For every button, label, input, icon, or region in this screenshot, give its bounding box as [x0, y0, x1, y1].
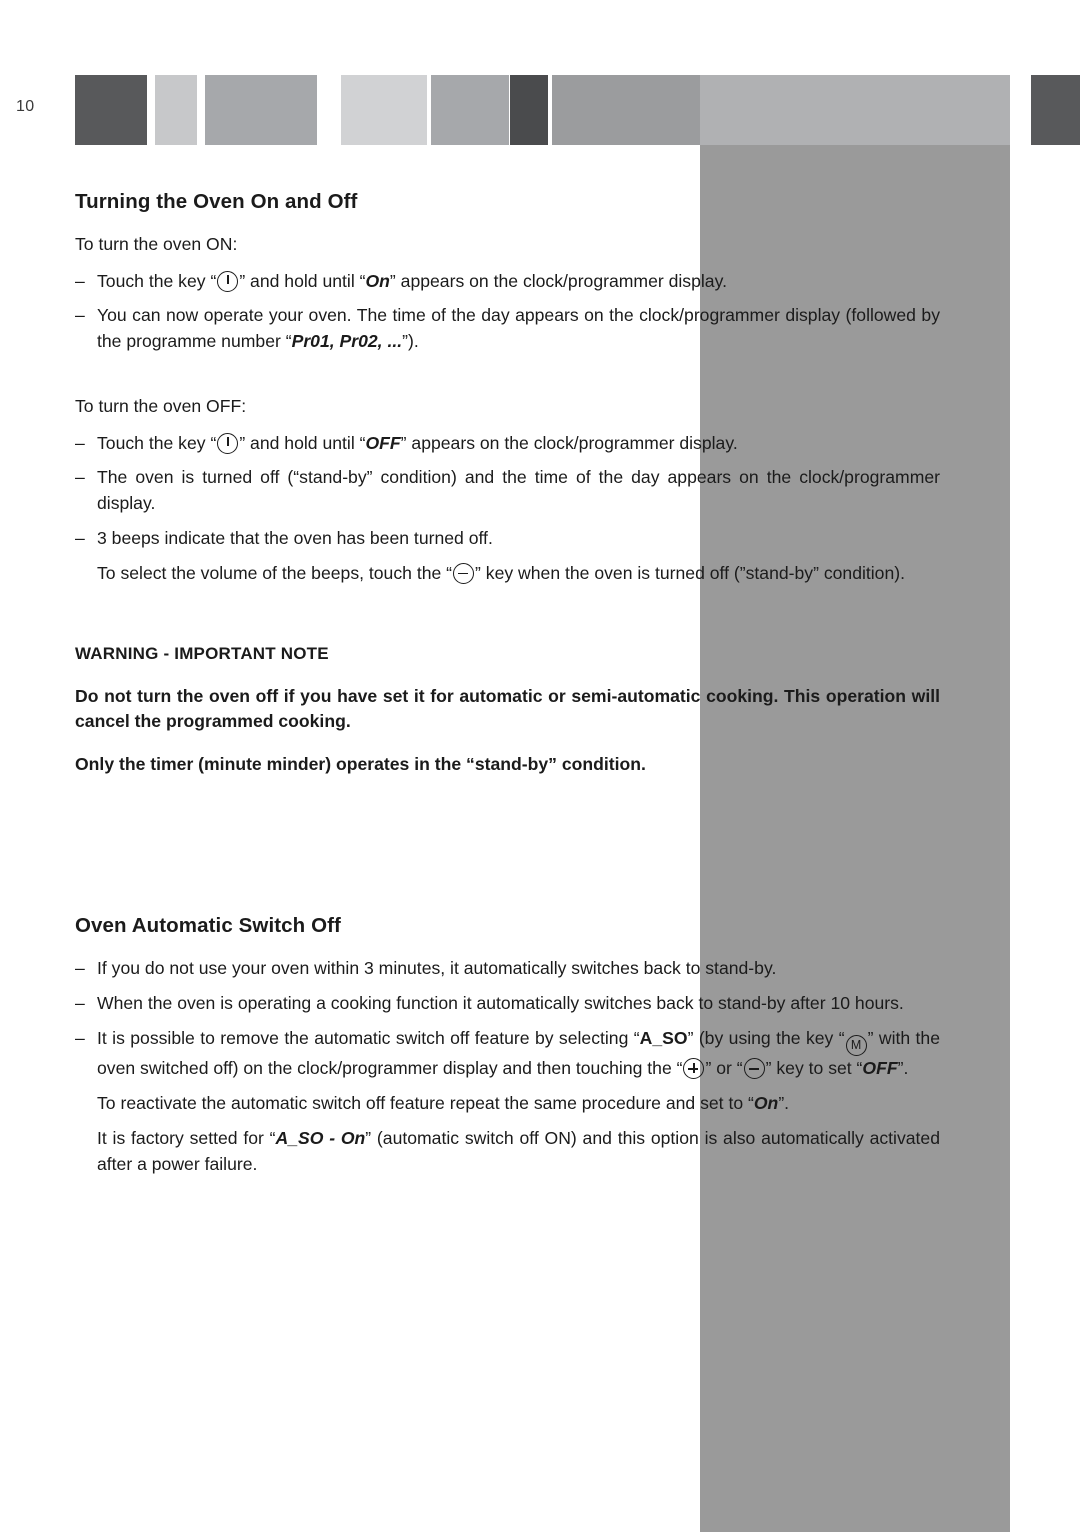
- list-item-on-2: – You can now operate your oven. The tim…: [75, 303, 940, 355]
- note-beep-volume: To select the volume of the beeps, touch…: [75, 561, 940, 587]
- text-fragment: ” key when the oven is turned off (”stan…: [475, 563, 905, 584]
- band-segment: [552, 75, 700, 145]
- band-segment: [75, 75, 147, 145]
- warning-body-1: Do not turn the oven off if you have set…: [75, 685, 940, 732]
- list-item-on-1: – Touch the key “ ” and hold until “On” a…: [75, 269, 940, 295]
- text-fragment: ” appears on the clock/programmer displa…: [389, 270, 727, 291]
- emphasis-off: OFF: [862, 1058, 898, 1079]
- text-fragment: When the oven is operating a cooking fun…: [97, 993, 904, 1014]
- list-dash: –: [75, 993, 85, 1014]
- band-segment: [510, 75, 548, 145]
- emphasis-on: On: [365, 270, 390, 291]
- power-key-icon: [217, 270, 239, 292]
- list-dash: –: [75, 305, 85, 326]
- text-fragment: You can now operate your oven. The time …: [97, 305, 940, 352]
- page-right-white-margin: [1010, 0, 1080, 1532]
- text-fragment: ”.: [897, 1058, 909, 1079]
- list-item-auto-1: – If you do not use your oven within 3 m…: [75, 956, 940, 982]
- list-item-off-1: – Touch the key “ ” and hold until “OFF” …: [75, 431, 940, 457]
- emphasis-a-so-on: A_SO - On: [275, 1127, 366, 1148]
- text-fragment: The oven is turned off (“stand-by” condi…: [97, 467, 940, 514]
- text-fragment: Touch the key “: [97, 270, 217, 291]
- text-fragment: It is possible to remove the automatic s…: [97, 1028, 640, 1049]
- section-heading-turning-oven-on-off: Turning the Oven On and Off: [75, 190, 358, 213]
- note-factory-setting: It is factory setted for “A_SO - On” (au…: [75, 1126, 940, 1178]
- text-turn-oven-off-intro: To turn the oven OFF:: [75, 396, 247, 417]
- minus-key-icon: [743, 1058, 765, 1080]
- text-fragment: To reactivate the automatic switch off f…: [97, 1092, 754, 1113]
- power-key-icon: [217, 432, 239, 454]
- plus-key-icon: [683, 1058, 705, 1080]
- document-page: 10 Turning the Oven On and Off To turn t…: [0, 0, 1080, 1532]
- text-fragment: ” and hold until “: [239, 270, 366, 291]
- emphasis-on: On: [753, 1092, 779, 1113]
- list-item-auto-2: – When the oven is operating a cooking f…: [75, 991, 940, 1017]
- text-turn-oven-on-intro: To turn the oven ON:: [75, 234, 238, 254]
- section-heading-oven-automatic-switch-off: Oven Automatic Switch Off: [75, 914, 341, 938]
- text-fragment: To select the volume of the beeps, touch…: [97, 563, 453, 584]
- header-color-band: [0, 0, 1080, 145]
- list-item-off-3: – 3 beeps indicate that the oven has bee…: [75, 526, 940, 552]
- text-fragment: ”.: [778, 1092, 790, 1113]
- list-dash: –: [75, 1028, 85, 1049]
- text-fragment: ” (by using the key “: [687, 1028, 845, 1049]
- list-dash: –: [75, 958, 85, 979]
- band-segment: [1031, 75, 1080, 145]
- emphasis-off: OFF: [365, 432, 401, 453]
- list-dash: –: [75, 270, 85, 291]
- band-segment: [431, 75, 509, 145]
- text-fragment: ” and hold until “: [239, 432, 366, 453]
- page-number: 10: [16, 98, 35, 115]
- emphasis-a-so: A_SO: [639, 1028, 688, 1049]
- band-segment: [700, 75, 1010, 145]
- text-fragment: If you do not use your oven within 3 min…: [97, 958, 777, 979]
- band-segment: [155, 75, 197, 145]
- emphasis-programme-numbers: Pr01, Pr02, ...: [291, 331, 403, 352]
- text-fragment: Touch the key “: [97, 432, 217, 453]
- warning-body-2: Only the timer (minute minder) operates …: [75, 753, 646, 774]
- minus-key-icon: [453, 563, 475, 585]
- warning-title: WARNING - IMPORTANT NOTE: [75, 643, 329, 663]
- text-fragment: ” key to set “: [765, 1058, 863, 1079]
- m-key-icon: M: [845, 1035, 867, 1057]
- band-segment: [341, 75, 427, 145]
- note-reactivate-auto-switch-off: To reactivate the automatic switch off f…: [75, 1091, 940, 1117]
- band-segment: [205, 75, 317, 145]
- text-fragment: It is factory setted for “: [97, 1127, 276, 1148]
- text-fragment: ”).: [402, 331, 419, 352]
- text-fragment: 3 beeps indicate that the oven has been …: [97, 528, 493, 549]
- list-dash: –: [75, 467, 85, 488]
- list-item-off-2: – The oven is turned off (“stand-by” con…: [75, 465, 940, 517]
- list-dash: –: [75, 528, 85, 549]
- list-item-auto-3: – It is possible to remove the automatic…: [75, 1026, 940, 1082]
- text-fragment: ” appears on the clock/programmer displa…: [400, 432, 738, 453]
- list-dash: –: [75, 432, 85, 453]
- text-fragment: ” or “: [705, 1058, 743, 1079]
- page-content: Turning the Oven On and Off To turn the …: [75, 190, 940, 1187]
